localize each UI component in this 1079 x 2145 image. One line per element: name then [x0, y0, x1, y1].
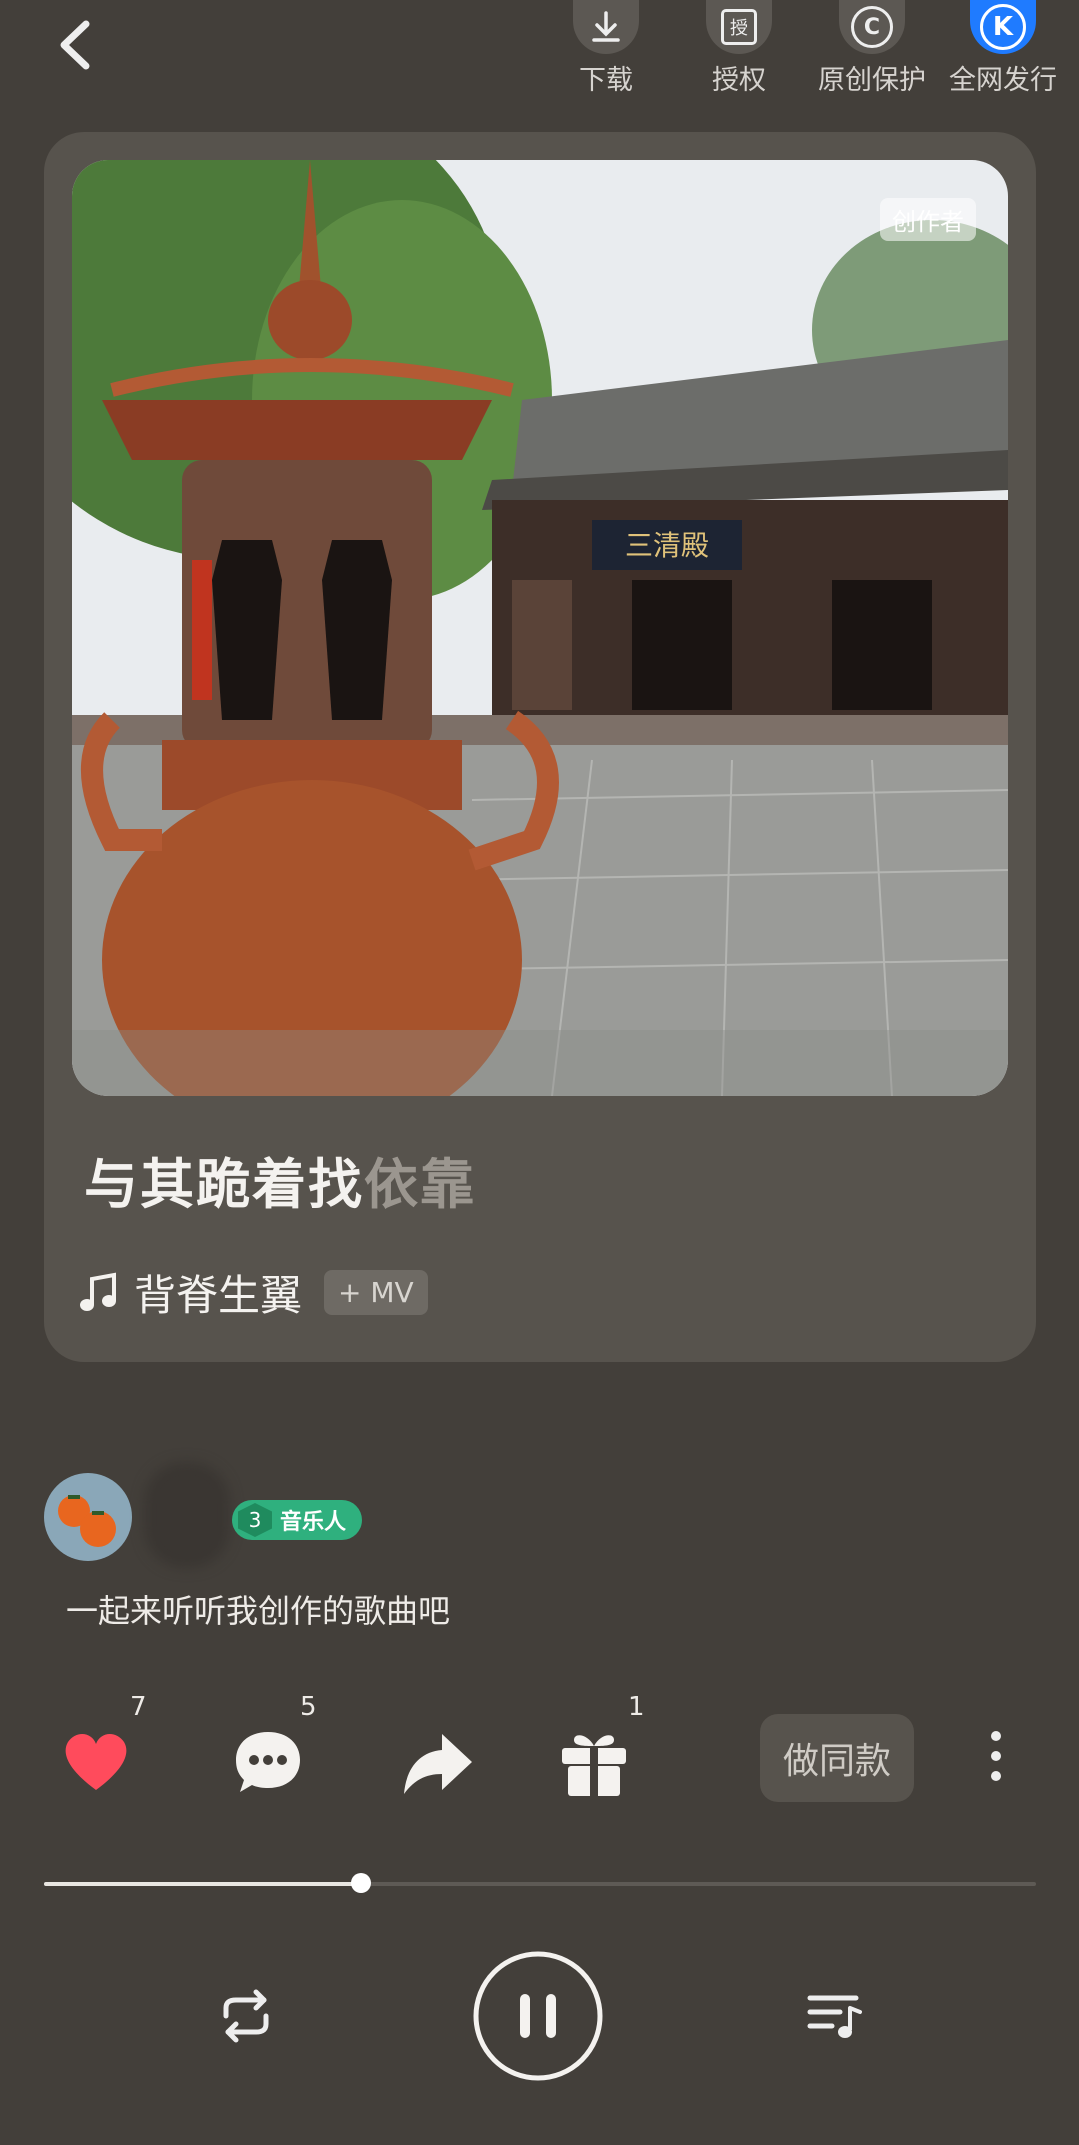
- svg-text:三清殿: 三清殿: [625, 529, 709, 562]
- heart-icon: [65, 1733, 127, 1790]
- share-button[interactable]: [398, 1722, 478, 1802]
- authorize-icon: 授: [706, 0, 772, 54]
- badge-label: 音乐人: [280, 1510, 347, 1535]
- distribute-label: 全网发行: [949, 65, 1057, 96]
- like-button[interactable]: [56, 1722, 136, 1802]
- playlist-icon: [807, 1995, 862, 2038]
- more-button[interactable]: [990, 1730, 1002, 1782]
- progress-fill: [44, 1882, 362, 1886]
- download-label: 下载: [579, 65, 633, 96]
- music-note-icon: [80, 1272, 116, 1311]
- comment-icon: [236, 1732, 300, 1792]
- username-redacted[interactable]: [144, 1462, 230, 1568]
- distribute-button[interactable]: K 全网发行: [943, 0, 1063, 97]
- temple-cover-illustration: 三清殿: [72, 160, 1008, 1096]
- download-button[interactable]: 下载: [546, 0, 666, 97]
- more-vertical-icon: [991, 1731, 1001, 1781]
- cover-image[interactable]: 三清殿 创作者: [72, 160, 1008, 1096]
- copyright-label: 原创保护: [818, 65, 926, 96]
- make-same-button[interactable]: 做同款: [760, 1714, 914, 1802]
- gift-button[interactable]: [554, 1722, 634, 1802]
- playlist-button[interactable]: [806, 1990, 862, 2042]
- persimmon-avatar-image: [44, 1473, 132, 1561]
- download-icon: [573, 0, 639, 54]
- k-logo-icon: K: [970, 0, 1036, 54]
- share-arrow-icon: [404, 1734, 472, 1794]
- back-button[interactable]: [52, 18, 102, 72]
- copyright-icon: C: [839, 0, 905, 54]
- lyric-title-main: 与其跪着找: [84, 1153, 364, 1216]
- loop-button[interactable]: [216, 1986, 276, 2046]
- badge-level: 3: [238, 1503, 272, 1537]
- copyright-protect-button[interactable]: C 原创保护: [812, 0, 932, 97]
- authorize-button[interactable]: 授 授权: [679, 0, 799, 97]
- pause-button[interactable]: [472, 1950, 604, 2082]
- lyric-title-fade: 依靠: [364, 1153, 476, 1216]
- musician-badge[interactable]: 3 音乐人: [232, 1500, 363, 1540]
- authorize-label: 授权: [712, 65, 766, 96]
- gift-count: 1: [628, 1692, 645, 1722]
- lyric-title: 与其跪着找依靠: [84, 1140, 476, 1219]
- add-mv-button[interactable]: + MV: [324, 1270, 428, 1315]
- gift-icon: [562, 1735, 626, 1796]
- progress-knob[interactable]: [351, 1873, 372, 1893]
- avatar[interactable]: [44, 1473, 132, 1561]
- watermark: 创作者: [880, 198, 976, 241]
- like-count: 7: [130, 1692, 147, 1722]
- comment-button[interactable]: [228, 1722, 308, 1802]
- song-row[interactable]: 背脊生翼 + MV: [76, 1262, 428, 1323]
- post-description: 一起来听听我创作的歌曲吧: [66, 1592, 451, 1630]
- back-icon: [60, 20, 90, 70]
- comment-count: 5: [300, 1692, 317, 1722]
- repeat-icon: [223, 1989, 269, 2043]
- pause-icon: [473, 1951, 603, 2081]
- song-name: 背脊生翼: [134, 1271, 303, 1320]
